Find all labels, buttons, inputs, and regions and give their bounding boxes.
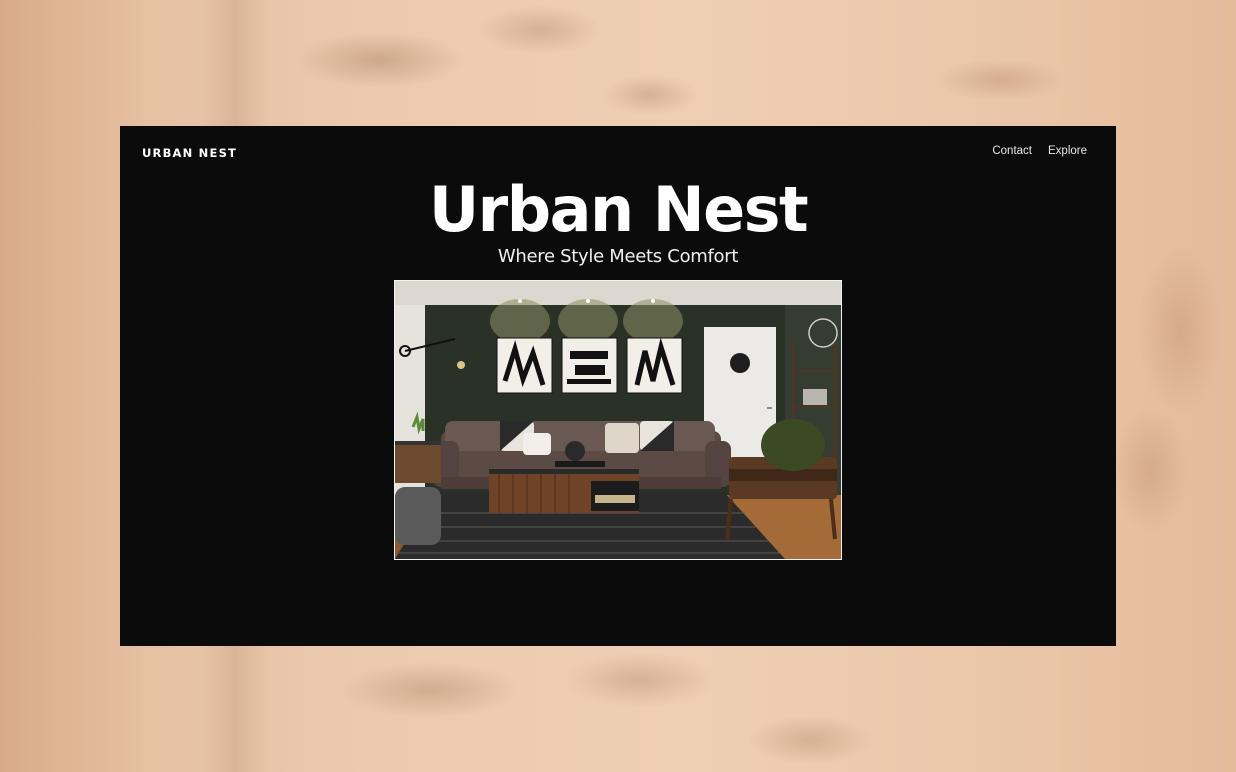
top-nav: Contact Explore: [992, 145, 1087, 157]
nav-contact-link[interactable]: Contact: [992, 145, 1032, 157]
nav-explore-link[interactable]: Explore: [1048, 145, 1087, 157]
living-room-photo: [395, 281, 841, 559]
hero-image: [394, 280, 842, 560]
brand-logo[interactable]: URBAN NEST: [142, 146, 237, 160]
website-mockup: URBAN NEST Contact Explore Urban Nest Wh…: [120, 126, 1116, 646]
hero-title: Urban Nest: [428, 173, 809, 246]
hero-subtitle: Where Style Meets Comfort: [497, 246, 739, 267]
